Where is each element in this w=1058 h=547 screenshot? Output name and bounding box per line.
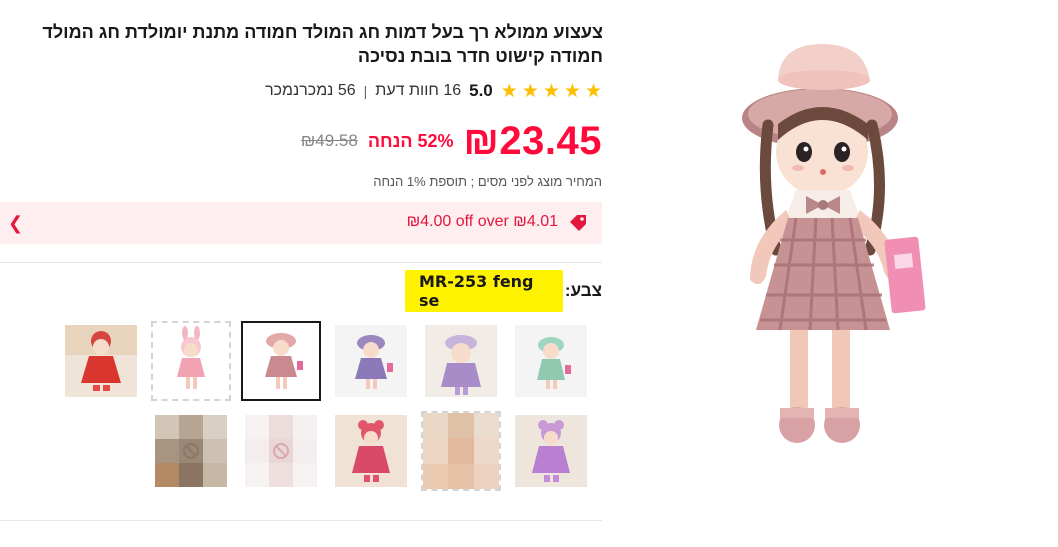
product-main-image[interactable] [720, 40, 950, 450]
reviews-count[interactable]: 16 חוות דעת [375, 82, 461, 100]
star-icon: ★ [542, 80, 560, 102]
coupon-tag-icon [570, 215, 586, 231]
rating-stars: ★ ★ ★ ★ ★ [501, 82, 602, 101]
product-title: צעצוע ממולא רך בעל דמות חג המולד חמודה מ… [42, 22, 603, 66]
color-label-key: צבע: [564, 281, 602, 300]
star-icon: ★ [563, 80, 581, 102]
rating-separator: | [363, 83, 368, 99]
price-row: ₪23.45 52% הנחה ₪49.58 [260, 116, 602, 166]
coupon-bar[interactable]: ❮ ₪4.00 off over ₪4.01 [0, 202, 602, 244]
swatch-green-hat-doll[interactable] [515, 325, 587, 397]
original-price: ₪49.58 [300, 131, 358, 150]
star-icon: ★ [521, 80, 539, 102]
swatch-pink-plaid-doll[interactable] [241, 321, 321, 401]
swatch-red-dress-doll[interactable] [65, 325, 137, 397]
tax-note: המחיר מוצג לפני מסים ; תוספת 1% הנחה [373, 174, 602, 189]
rating-score: 5.0 [469, 81, 493, 100]
section-divider [0, 262, 602, 263]
swatch-blurred-unavailable-2[interactable] [245, 415, 317, 487]
section-divider [0, 520, 602, 521]
discount-badge: 52% הנחה [367, 130, 454, 151]
swatch-blurred-unavailable-1[interactable] [421, 411, 501, 491]
color-selector-label: צבע: MR-253 feng se [405, 270, 602, 312]
color-selected-value: MR-253 feng se [405, 270, 563, 312]
swatch-red-bear-doll[interactable] [335, 415, 407, 487]
star-icon: ★ [584, 80, 602, 102]
swatch-purple-plaid-doll[interactable] [335, 325, 407, 397]
rating-row: ★ ★ ★ ★ ★ 5.0 16 חוות דעת | 56 נמכרנמכר [240, 80, 602, 102]
coupon-text: ₪4.00 off over ₪4.01 [406, 213, 558, 230]
swatch-purple-bear-doll[interactable] [515, 415, 587, 487]
sold-count: 56 נמכרנמכר [265, 82, 356, 99]
swatch-blurred-unavailable-3[interactable] [155, 415, 227, 487]
swatch-purple-beret-doll[interactable] [425, 325, 497, 397]
chevron-left-icon[interactable]: ❮ [8, 213, 23, 234]
swatch-pink-bunny-doll[interactable] [151, 321, 231, 401]
star-icon: ★ [500, 80, 518, 102]
current-price: ₪23.45 [463, 118, 602, 163]
